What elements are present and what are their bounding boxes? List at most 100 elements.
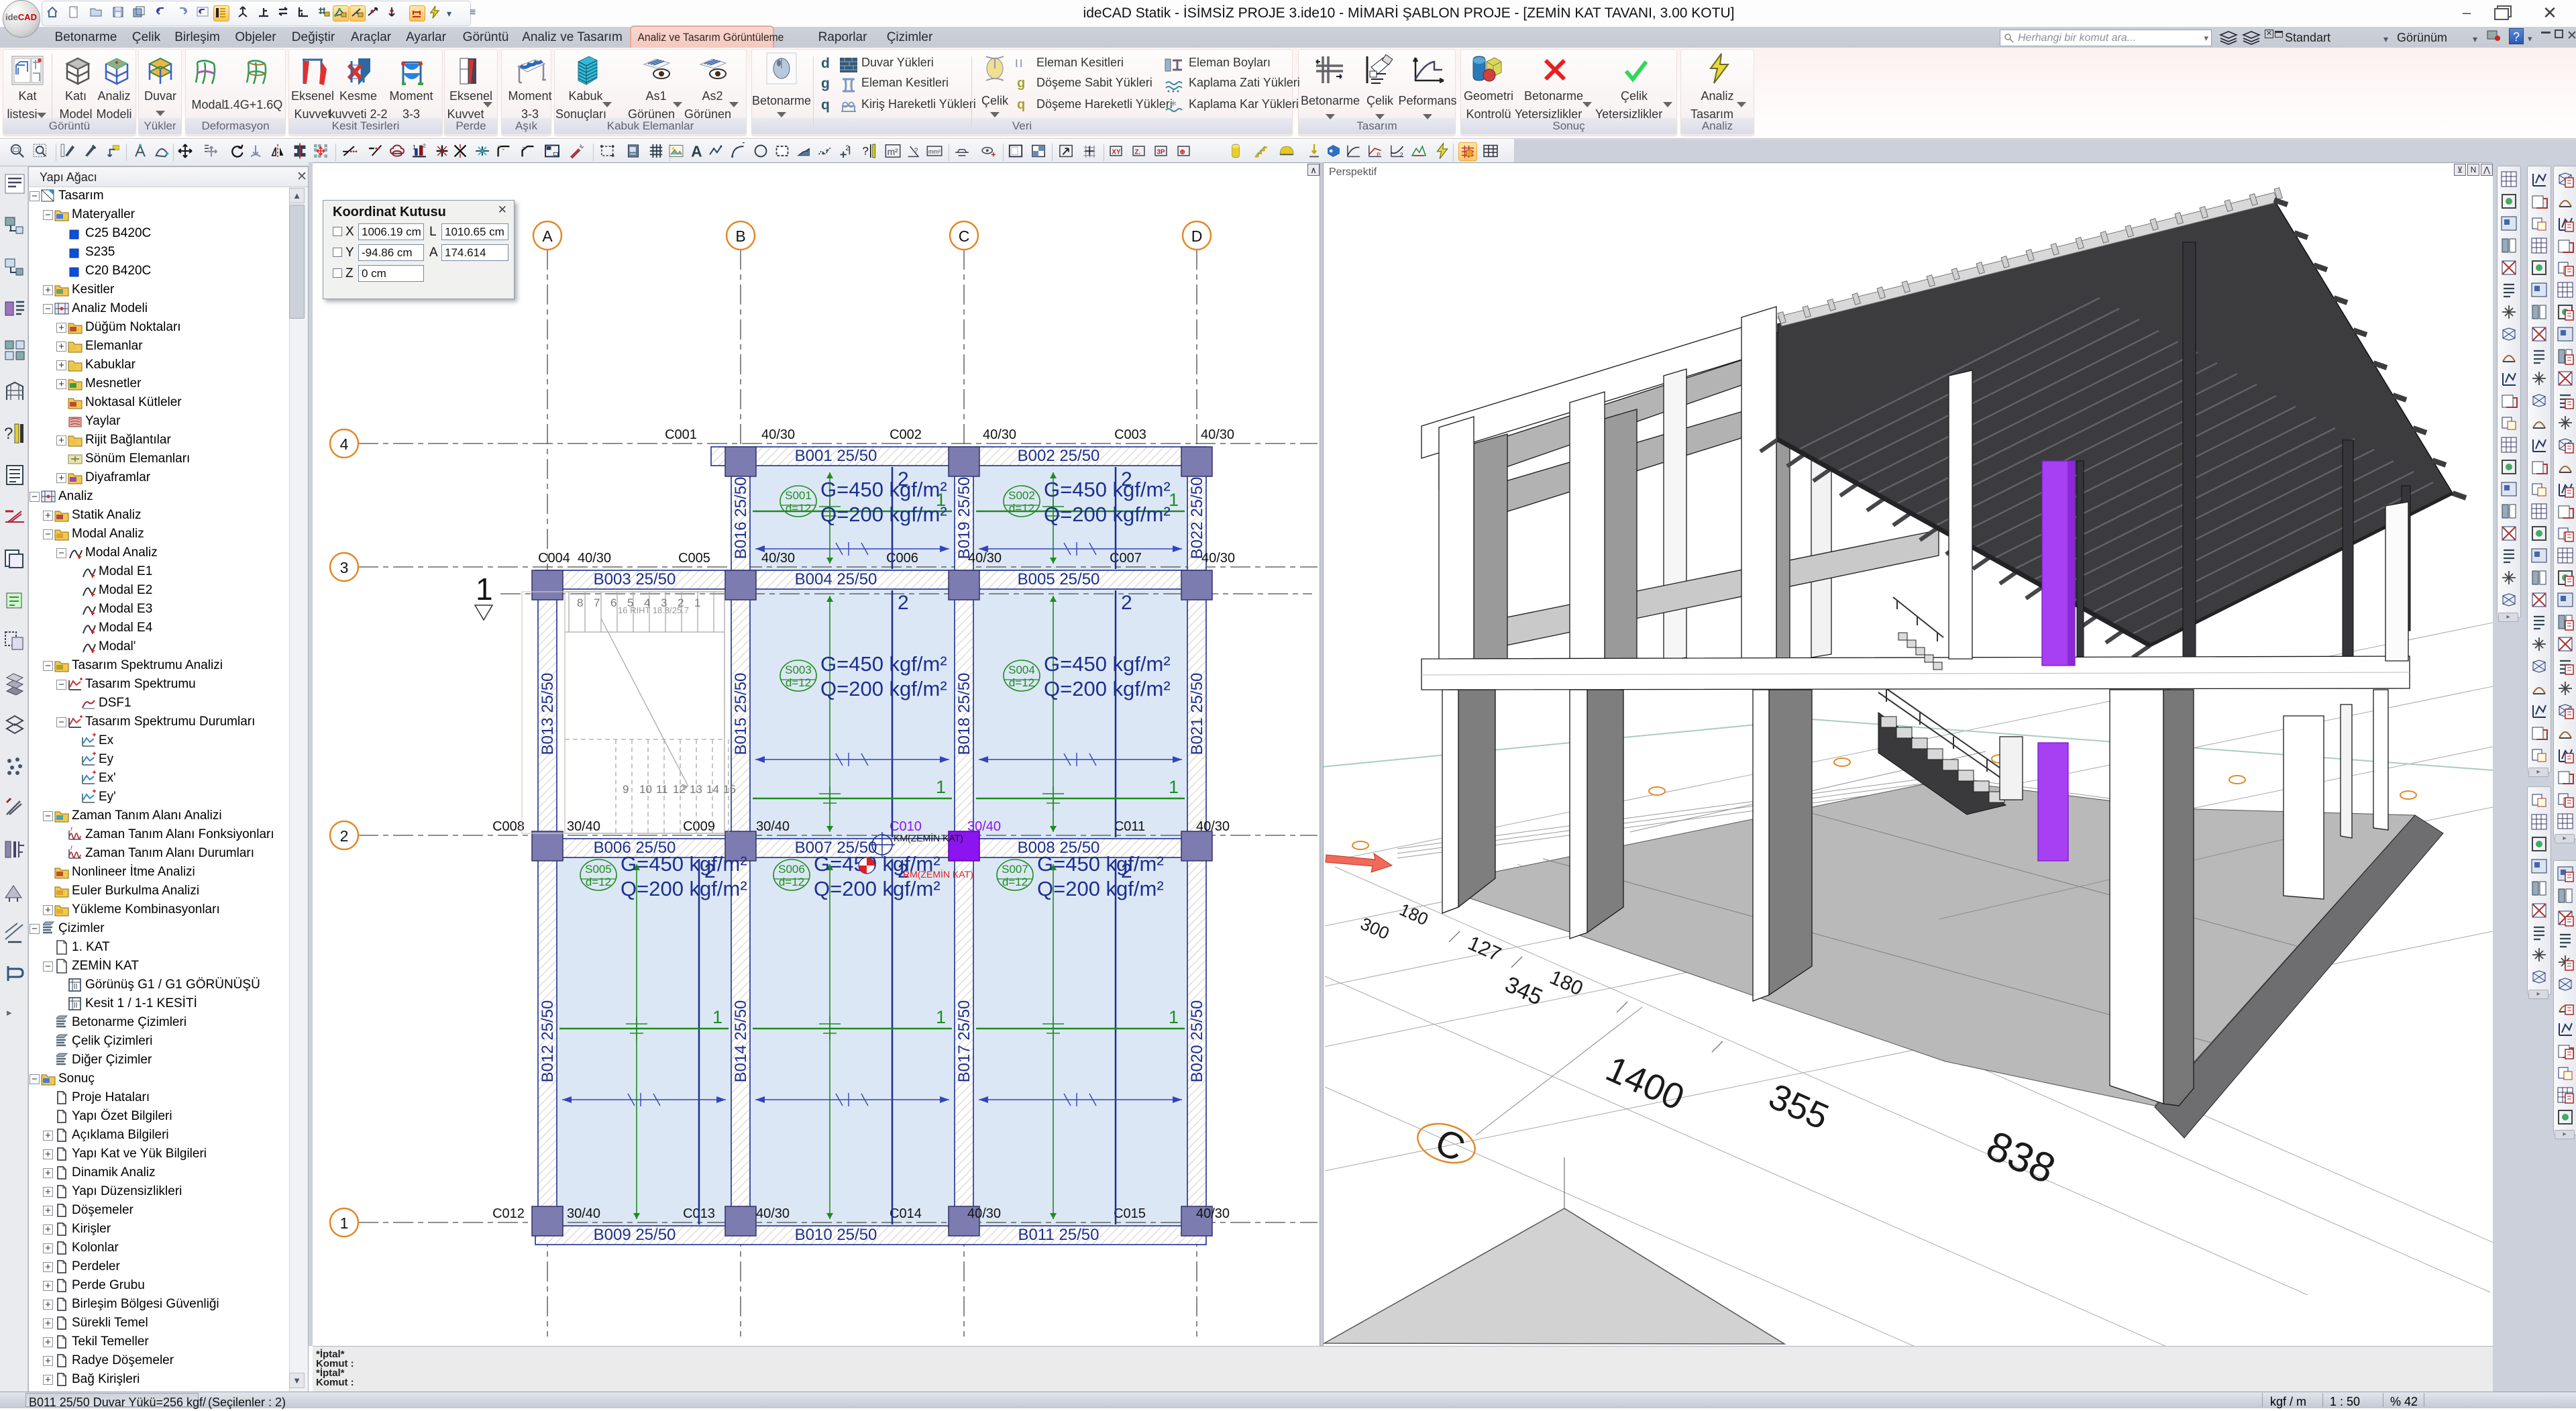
- svg-text:Q=200 kgf/m²: Q=200 kgf/m²: [820, 503, 947, 526]
- svg-text:C011: C011: [1114, 819, 1145, 834]
- svg-text:B002 25/50: B002 25/50: [1018, 447, 1100, 465]
- svg-text:S003: S003: [785, 664, 812, 676]
- svg-text:XY: XY: [1112, 149, 1121, 156]
- svg-text:40/30: 40/30: [761, 427, 795, 442]
- svg-text:1: 1: [413, 144, 416, 151]
- svg-text:16 RIHT 18.8/25.7: 16 RIHT 18.8/25.7: [618, 605, 689, 615]
- svg-text:40/30: 40/30: [1196, 1206, 1230, 1221]
- svg-text:30/40: 30/40: [756, 819, 790, 834]
- svg-text:B001 25/50: B001 25/50: [795, 447, 877, 465]
- svg-text:30/40: 30/40: [967, 819, 1001, 834]
- svg-text:G=450 kgf/m²: G=450 kgf/m²: [621, 852, 747, 876]
- svg-text:2: 2: [845, 144, 849, 152]
- svg-text:8: 8: [577, 596, 583, 609]
- svg-text:180: 180: [1397, 899, 1432, 929]
- svg-text:127: 127: [1464, 932, 1504, 966]
- svg-text:2: 2: [898, 592, 909, 614]
- svg-text:6: 6: [610, 596, 616, 609]
- svg-text:Q=200 kgf/m²: Q=200 kgf/m²: [1037, 877, 1164, 900]
- svg-text:180: 180: [1546, 966, 1586, 1000]
- svg-text:A: A: [542, 227, 553, 245]
- svg-text:2: 2: [423, 143, 425, 149]
- svg-text:d=12: d=12: [1002, 876, 1028, 888]
- svg-text:3: 3: [340, 559, 349, 576]
- svg-text:C001: C001: [665, 427, 697, 442]
- svg-text:C007: C007: [1110, 551, 1142, 566]
- svg-text:𝑓: 𝑓: [70, 826, 73, 833]
- svg-text:d=12: d=12: [586, 876, 611, 888]
- svg-text:C004: C004: [538, 551, 570, 566]
- svg-text:S001: S001: [785, 489, 812, 502]
- svg-text:345: 345: [1501, 972, 1546, 1010]
- svg-text:Q=200 kgf/m²: Q=200 kgf/m²: [814, 877, 941, 900]
- svg-text:C: C: [1430, 1120, 1472, 1169]
- svg-text:1: 1: [476, 572, 493, 607]
- svg-text:C014: C014: [890, 1206, 922, 1221]
- svg-text:RM(ZEMİN KAT): RM(ZEMİN KAT): [903, 868, 973, 880]
- svg-text:B013 25/50: B013 25/50: [539, 673, 557, 755]
- svg-text:S002: S002: [1008, 489, 1035, 502]
- svg-text:P: P: [1377, 151, 1381, 158]
- svg-text:B020 25/50: B020 25/50: [1188, 1000, 1206, 1083]
- svg-text:B012 25/50: B012 25/50: [539, 1000, 557, 1083]
- svg-text:⊕: ⊕: [1179, 149, 1185, 156]
- svg-text:B014 25/50: B014 25/50: [732, 1000, 750, 1083]
- svg-text:C003: C003: [1114, 427, 1146, 442]
- svg-text:?: ?: [863, 144, 869, 157]
- svg-text:𝑓: 𝑓: [70, 845, 73, 851]
- svg-text:D: D: [1191, 227, 1203, 245]
- svg-text:?: ?: [914, 147, 918, 154]
- svg-text:d=12: d=12: [786, 502, 811, 515]
- svg-text:355: 355: [1763, 1076, 1835, 1137]
- svg-text:7: 7: [594, 596, 600, 609]
- svg-text:40/30: 40/30: [1196, 819, 1230, 834]
- svg-text:G=450 kgf/m²: G=450 kgf/m²: [1044, 478, 1171, 501]
- svg-text:C: C: [959, 227, 970, 245]
- svg-text:C009: C009: [683, 819, 715, 834]
- svg-text:40/30: 40/30: [1201, 427, 1234, 442]
- svg-text:40/30: 40/30: [967, 1206, 1001, 1221]
- svg-text:G=450 kgf/m²: G=450 kgf/m²: [820, 478, 947, 501]
- svg-text:Q=200 kgf/m²: Q=200 kgf/m²: [820, 677, 947, 700]
- svg-text:C005: C005: [678, 551, 710, 566]
- svg-text:13: 13: [690, 783, 702, 796]
- svg-text:3P: 3P: [1157, 149, 1165, 156]
- svg-text:C012: C012: [492, 1206, 525, 1221]
- svg-text:1: 1: [712, 1007, 722, 1027]
- svg-text:d=12: d=12: [1009, 676, 1034, 689]
- svg-text:40/30: 40/30: [756, 1206, 790, 1221]
- svg-text:B010 25/50: B010 25/50: [795, 1226, 877, 1244]
- svg-text:Q=200 kgf/m²: Q=200 kgf/m²: [621, 877, 747, 900]
- svg-text:1: 1: [1169, 777, 1179, 797]
- svg-text:30/40: 30/40: [567, 819, 600, 834]
- svg-text:40/30: 40/30: [761, 551, 795, 566]
- svg-text:Q=200 kgf/m²: Q=200 kgf/m²: [1044, 503, 1171, 526]
- svg-text:C008: C008: [492, 819, 525, 834]
- svg-text:S005: S005: [585, 863, 612, 876]
- svg-text:B: B: [735, 227, 745, 245]
- svg-text:d=12: d=12: [786, 676, 811, 689]
- svg-text:KM(ZEMİN KAT): KM(ZEMİN KAT): [894, 832, 963, 843]
- svg-text:40/30: 40/30: [1201, 551, 1235, 566]
- svg-text:Z.: Z.: [1134, 149, 1140, 156]
- svg-text:B009 25/50: B009 25/50: [594, 1226, 676, 1244]
- svg-text:Q=200 kgf/m²: Q=200 kgf/m²: [1044, 677, 1171, 700]
- svg-text:1: 1: [1169, 1007, 1179, 1027]
- svg-text:B017 25/50: B017 25/50: [955, 1000, 973, 1083]
- svg-text:10: 10: [639, 783, 652, 796]
- svg-text:14: 14: [706, 783, 719, 796]
- svg-text:40/30: 40/30: [578, 551, 611, 566]
- svg-text:S006: S006: [778, 863, 805, 876]
- svg-text:G=450 kgf/m²: G=450 kgf/m²: [1037, 852, 1164, 876]
- svg-text:2: 2: [340, 827, 349, 845]
- svg-text:C002: C002: [890, 427, 922, 442]
- svg-text:15: 15: [723, 783, 736, 796]
- svg-text:B004 25/50: B004 25/50: [795, 570, 877, 588]
- svg-text:G=450 kgf/m²: G=450 kgf/m²: [1044, 652, 1171, 676]
- svg-text:838: 838: [1980, 1122, 2062, 1193]
- svg-text:4: 4: [340, 435, 349, 453]
- svg-text:1: 1: [936, 1007, 946, 1027]
- svg-text:d=12: d=12: [779, 876, 804, 888]
- svg-text:C010: C010: [890, 819, 922, 834]
- svg-text:1400: 1400: [1600, 1049, 1690, 1118]
